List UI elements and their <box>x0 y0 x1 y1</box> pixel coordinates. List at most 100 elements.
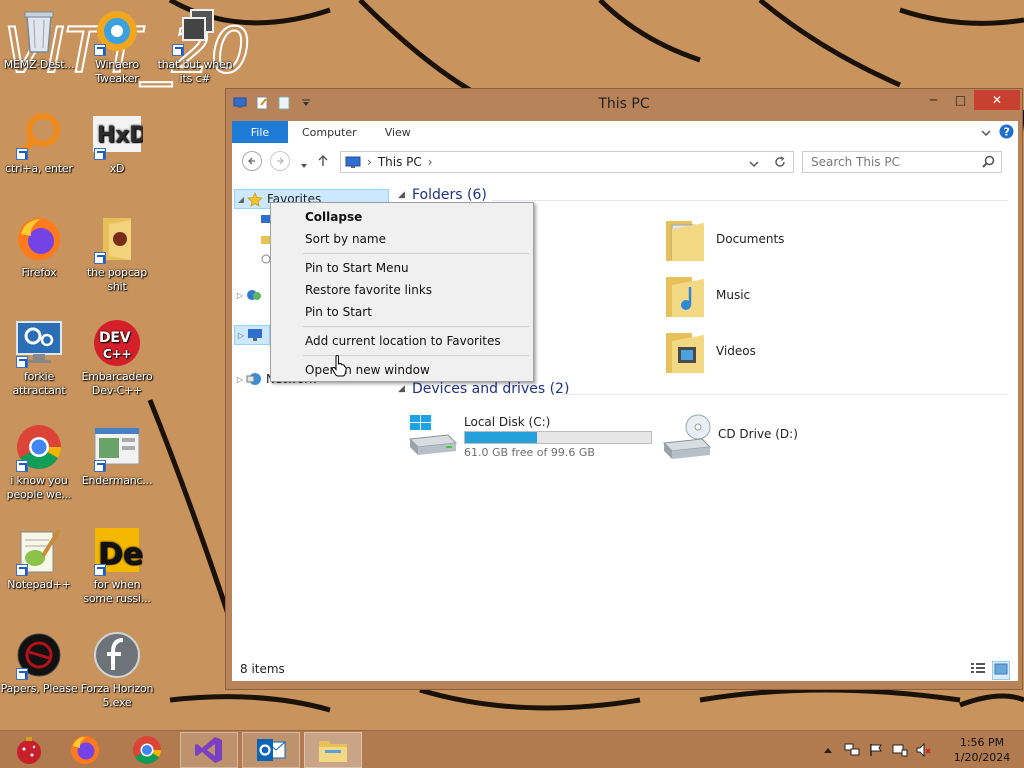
folders-group-header[interactable]: ◢ Folders (6) <box>398 187 487 203</box>
taskbar-visual-studio[interactable] <box>180 732 238 768</box>
file-explorer-window[interactable]: This PC ─ □ ✕ File Computer View ? › Thi… <box>225 88 1023 690</box>
shortcut-arrow-icon <box>16 668 28 680</box>
recent-locations-icon[interactable] <box>300 158 308 172</box>
nav-homegroup[interactable]: ▷ <box>234 285 262 305</box>
taskbar-outlook[interactable] <box>242 732 300 768</box>
drive-free-space: 61.0 GB free of 99.6 GB <box>464 446 595 459</box>
desktop-icon-notepadpp[interactable]: Notepad++ <box>0 526 78 592</box>
flash-icon <box>94 632 140 678</box>
devcpp-badge-text: DEV <box>99 330 131 346</box>
desktop-icon-winaero[interactable]: Winaero Tweaker <box>78 6 156 86</box>
desktop-icon-papers-please[interactable]: Papers, Please <box>0 630 78 696</box>
address-dropdown-icon[interactable] <box>749 157 759 171</box>
desktop-icon-devcpp[interactable]: DEV C++ Embarcadero Dev-C++ <box>78 318 156 398</box>
desktop-icon-csharp[interactable]: that but when its c# <box>156 6 234 86</box>
search-box[interactable]: Search This PC <box>802 151 1002 173</box>
desktop-icon-ctrl-a[interactable]: ctrl+a, enter <box>0 110 78 176</box>
expand-arrow-icon[interactable]: ▷ <box>234 291 246 300</box>
expand-ribbon-icon[interactable] <box>981 126 991 140</box>
taskbar-clock[interactable]: 1:56 PM 1/20/2024 <box>948 735 1016 765</box>
refresh-button[interactable] <box>766 151 794 173</box>
menu-item-pin-to-start-menu[interactable]: Pin to Start Menu <box>273 257 531 279</box>
tab-file[interactable]: File <box>232 121 288 143</box>
collapse-arrow-icon[interactable]: ◢ <box>235 195 247 204</box>
address-location[interactable]: This PC <box>378 155 422 169</box>
expand-arrow-icon[interactable]: ▷ <box>234 375 246 384</box>
network-icon <box>246 371 262 387</box>
taskbar-file-explorer[interactable] <box>304 732 362 768</box>
forward-button[interactable] <box>270 151 290 171</box>
taskbar-chrome[interactable] <box>118 732 176 768</box>
group-divider <box>492 200 1008 201</box>
title-bar[interactable]: This PC ─ □ ✕ <box>226 89 1022 119</box>
display-tray-icon[interactable] <box>890 740 910 760</box>
network-tray-icon[interactable] <box>842 740 862 760</box>
search-icon[interactable] <box>982 155 995 171</box>
menu-item-pin-to-start[interactable]: Pin to Start <box>273 301 531 323</box>
folder-videos[interactable]: Videos <box>664 327 756 375</box>
taskbar-start-ornament[interactable] <box>0 732 58 768</box>
back-button[interactable] <box>242 151 262 171</box>
desktop-icon-label: Papers, Please <box>0 682 78 695</box>
cd-drive-icon <box>662 414 712 459</box>
folder-music[interactable]: Music <box>664 271 750 319</box>
address-separator-icon[interactable]: › <box>367 155 372 169</box>
desktop-icon-de[interactable]: De for when some russi... <box>78 526 156 606</box>
desktop-icon-endermanch[interactable]: Endermanc... <box>78 422 156 488</box>
desktop-icon-chrome[interactable]: i know you people we... <box>0 422 78 502</box>
desktop-icon-firefox[interactable]: Firefox <box>0 214 78 280</box>
desktop-icon-forza[interactable]: Forza Horizon 5.exe <box>78 630 156 710</box>
close-button[interactable]: ✕ <box>974 90 1020 110</box>
desktop-icon-label: Firefox <box>21 266 57 279</box>
taskbar-firefox[interactable] <box>56 732 114 768</box>
maximize-button[interactable]: □ <box>947 90 974 110</box>
volume-muted-icon[interactable] <box>914 740 934 760</box>
address-bar[interactable]: › This PC › <box>340 151 794 173</box>
shortcut-arrow-icon <box>16 148 28 160</box>
menu-item-collapse[interactable]: Collapse <box>273 206 531 228</box>
drive-cd-d[interactable]: CD Drive (D:) <box>662 413 798 461</box>
folder-label: Videos <box>716 344 756 358</box>
firefox-icon <box>71 736 99 764</box>
shortcut-arrow-icon <box>94 44 106 56</box>
desktop-icon-memz[interactable]: MEMZ-Dest... <box>0 6 78 72</box>
menu-item-add-location-to-favorites[interactable]: Add current location to Favorites <box>273 330 531 352</box>
shortcut-arrow-icon <box>16 460 28 472</box>
desktop-icon-forkie[interactable]: forkie attractant <box>0 318 78 398</box>
desktop-icon-label: that but when its c# <box>157 58 233 85</box>
action-center-flag-icon[interactable] <box>866 740 886 760</box>
desktop-icon-label: MEMZ-Dest... <box>3 58 75 71</box>
collapse-arrow-icon[interactable]: ◢ <box>398 384 412 394</box>
devices-group-header[interactable]: ◢ Devices and drives (2) <box>398 381 569 397</box>
drive-local-disk-c[interactable]: Local Disk (C:) 61.0 GB free of 99.6 GB <box>408 413 652 459</box>
tab-view[interactable]: View <box>371 121 425 143</box>
search-input[interactable]: Search This PC <box>811 155 900 169</box>
show-hidden-icons-icon[interactable] <box>818 740 838 760</box>
help-icon[interactable]: ? <box>999 124 1014 142</box>
tab-computer[interactable]: Computer <box>288 121 371 143</box>
menu-item-sort-by-name[interactable]: Sort by name <box>273 228 531 250</box>
menu-separator <box>303 253 529 254</box>
expand-arrow-icon[interactable]: ▷ <box>235 331 247 340</box>
details-view-icon[interactable] <box>970 661 986 680</box>
svg-text:?: ? <box>1004 126 1010 139</box>
desktop-icon-label: xD <box>109 162 125 175</box>
address-separator-icon[interactable]: › <box>428 155 433 169</box>
desktop-icon-popcap[interactable]: the popcap shit <box>78 214 156 294</box>
desktop-icon-xd[interactable]: HxD xD <box>78 110 156 176</box>
local-disk-icon <box>408 415 458 455</box>
documents-folder-icon <box>666 221 704 261</box>
shortcut-arrow-icon <box>16 356 28 368</box>
menu-item-open-in-new-window[interactable]: Open in new window <box>273 359 531 381</box>
up-button[interactable] <box>318 155 328 170</box>
collapse-arrow-icon[interactable]: ◢ <box>398 190 412 200</box>
desktop-icon-label: i know you people we... <box>6 474 72 501</box>
large-icons-view-icon[interactable] <box>992 661 1010 680</box>
minimize-button[interactable]: ─ <box>920 90 947 110</box>
view-buttons <box>970 661 1010 680</box>
christmas-ornament-icon <box>17 737 41 764</box>
shortcut-arrow-icon <box>94 252 106 264</box>
folder-documents[interactable]: Documents <box>664 215 784 263</box>
nav-this-pc[interactable]: ▷ <box>234 325 270 345</box>
menu-item-restore-favorite-links[interactable]: Restore favorite links <box>273 279 531 301</box>
